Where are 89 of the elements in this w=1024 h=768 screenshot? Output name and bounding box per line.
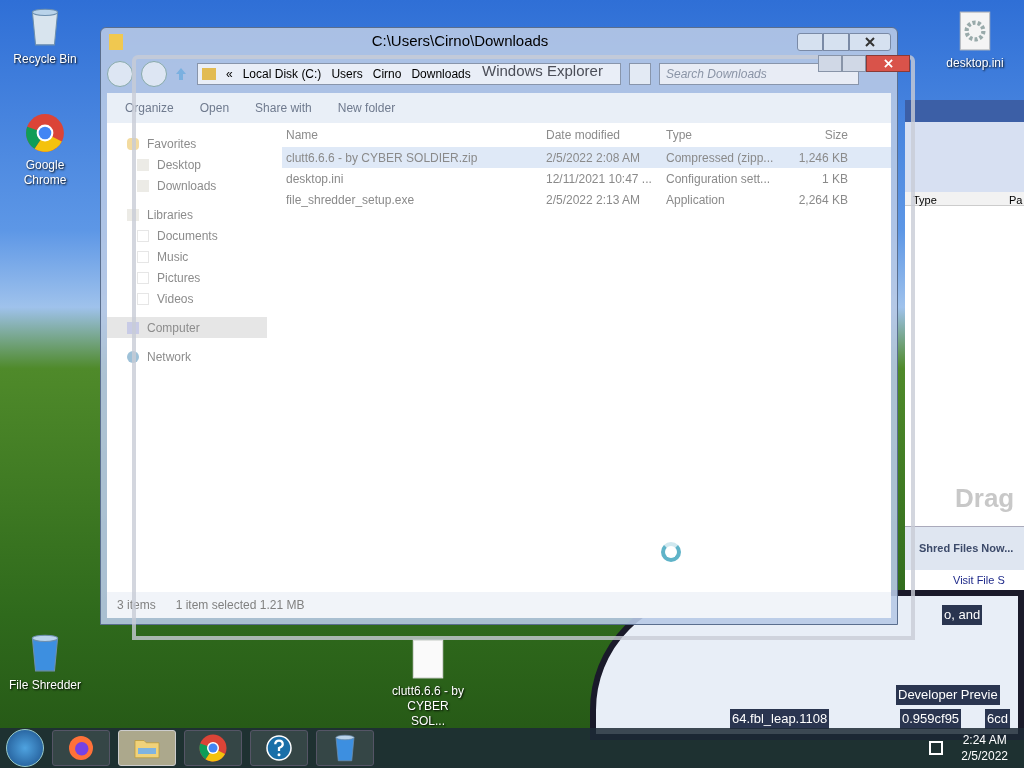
nav-item[interactable]: Desktop (107, 154, 282, 175)
table-cell-text: 2/5/2022 2:08 AM (545, 149, 642, 167)
document-icon (137, 250, 149, 263)
firefox-icon (66, 733, 96, 763)
refresh-button[interactable] (629, 63, 651, 85)
search-field[interactable]: Search Downloads (659, 63, 859, 85)
wallpaper-text: Developer Previe (896, 685, 1000, 705)
breadcrumb-item[interactable]: Downloads (411, 65, 471, 83)
taskbar-button[interactable] (250, 730, 308, 766)
nav-item[interactable]: Pictures (107, 267, 282, 288)
folder-icon (109, 33, 123, 50)
document-icon (137, 229, 149, 242)
wallpaper-text: 6cd (985, 709, 1010, 729)
wallpaper-text: o, and (942, 605, 983, 625)
table-cell-text: Configuration sett... (665, 170, 772, 188)
up-arrow-icon (175, 67, 189, 81)
desktop-icon[interactable]: Google Chrome (0, 112, 90, 188)
nav-item[interactable]: Music (107, 246, 282, 267)
toolbar-button[interactable]: Share with (255, 99, 312, 117)
taskbar-button[interactable] (316, 730, 374, 766)
folder-icon (202, 68, 216, 80)
folder-icon (137, 179, 149, 192)
desktop-icon[interactable]: File Shredder (0, 632, 90, 693)
wallpaper-text: 0.959cf95 (900, 709, 962, 729)
desktop-icon[interactable]: clutt6.6.6 - by CYBER SOL... (383, 638, 473, 729)
table-cell-text: 1,246 KB (797, 149, 849, 167)
nav-item[interactable]: Downloads (107, 175, 282, 196)
back-button[interactable] (107, 61, 133, 87)
close-icon (883, 59, 893, 68)
minimize-button[interactable] (818, 55, 842, 72)
network-icon (929, 741, 944, 755)
wallpaper-text: 64.fbl_leap.1108 (730, 709, 830, 729)
column-header[interactable]: Size (782, 126, 852, 144)
ghost-window-title: Windows Explorer (482, 61, 603, 81)
toolbar-button[interactable]: Open (199, 99, 230, 117)
table-cell-text: clutt6.6.6 - by CYBER SOLDIER.zip (285, 149, 479, 167)
nav-item[interactable]: Libraries (107, 204, 282, 225)
table-cell-text: desktop.ini (285, 170, 345, 188)
toolbar-button[interactable]: Organize (125, 99, 174, 117)
loading-spinner-icon (661, 542, 681, 562)
desktop-icon-label: Google Chrome (22, 158, 68, 188)
minimize-button[interactable] (797, 32, 823, 51)
forward-button[interactable] (141, 61, 167, 87)
file-row[interactable]: clutt6.6.6 - by CYBER SOLDIER.zip 2/5/2022 2:08 AM Compressed (zipp... 1,246 KB (282, 147, 891, 168)
desktop-icon[interactable]: desktop.ini (930, 10, 1020, 71)
document-icon (137, 292, 149, 305)
close-icon (865, 36, 875, 47)
desktop-icon-label: desktop.ini (945, 56, 1005, 71)
folder-icon (137, 158, 149, 171)
breadcrumb-item[interactable]: Cirno (372, 65, 402, 83)
table-cell-text: 2/5/2022 2:13 AM (545, 191, 642, 209)
maximize-button[interactable] (823, 32, 849, 51)
shred-button[interactable]: Shred Files Now... (919, 540, 1014, 557)
chrome-icon (24, 112, 66, 154)
nav-item[interactable]: Favorites (107, 133, 282, 154)
breadcrumb-item[interactable]: Local Disk (C:) (242, 65, 322, 83)
table-cell-text: 1 KB (821, 170, 849, 188)
column-header-cell[interactable]: Pa (1005, 192, 1023, 205)
breadcrumb-item[interactable]: « (226, 65, 233, 83)
column-header-cell[interactable]: Type (905, 192, 1005, 205)
table-cell-text: 12/11/2021 10:47 ... (545, 170, 653, 188)
chrome-icon (198, 733, 228, 763)
table-cell-text: file_shredder_setup.exe (285, 191, 416, 209)
window-title: C:\Users\Cirno\Downloads (370, 31, 550, 52)
document-icon (137, 271, 149, 284)
nav-item[interactable]: Network (107, 346, 282, 367)
start-button[interactable] (6, 729, 44, 767)
breadcrumb-item[interactable]: Users (331, 65, 363, 83)
desktop-icon[interactable]: Recycle Bin (0, 6, 90, 67)
column-header[interactable]: Name (282, 126, 542, 144)
toolbar-button[interactable]: New folder (337, 99, 396, 117)
column-header[interactable]: Date modified (542, 126, 662, 144)
help-icon (264, 733, 294, 763)
taskbar-button[interactable] (184, 730, 242, 766)
table-cell-text: Application (665, 191, 726, 209)
desktop-icon-label: File Shredder (7, 678, 82, 693)
clock[interactable]: 2:24 AM 2/5/2022 (951, 732, 1018, 764)
close-button[interactable] (849, 32, 891, 51)
desktop-icon-label: Recycle Bin (12, 52, 78, 67)
nav-item[interactable]: Computer (107, 317, 267, 338)
status-text: 1 item selected 1.21 MB (175, 597, 305, 614)
close-button[interactable] (866, 55, 910, 72)
nav-item[interactable]: Documents (107, 225, 282, 246)
table-cell-text: 2,264 KB (797, 191, 849, 209)
column-header[interactable]: Type (662, 126, 782, 144)
table-cell-text: Compressed (zipp... (665, 149, 775, 167)
nav-item[interactable]: Videos (107, 288, 282, 309)
status-text: 3 items (117, 597, 156, 614)
desktop-icon-label: clutt6.6.6 - by CYBER SOL... (390, 684, 465, 729)
